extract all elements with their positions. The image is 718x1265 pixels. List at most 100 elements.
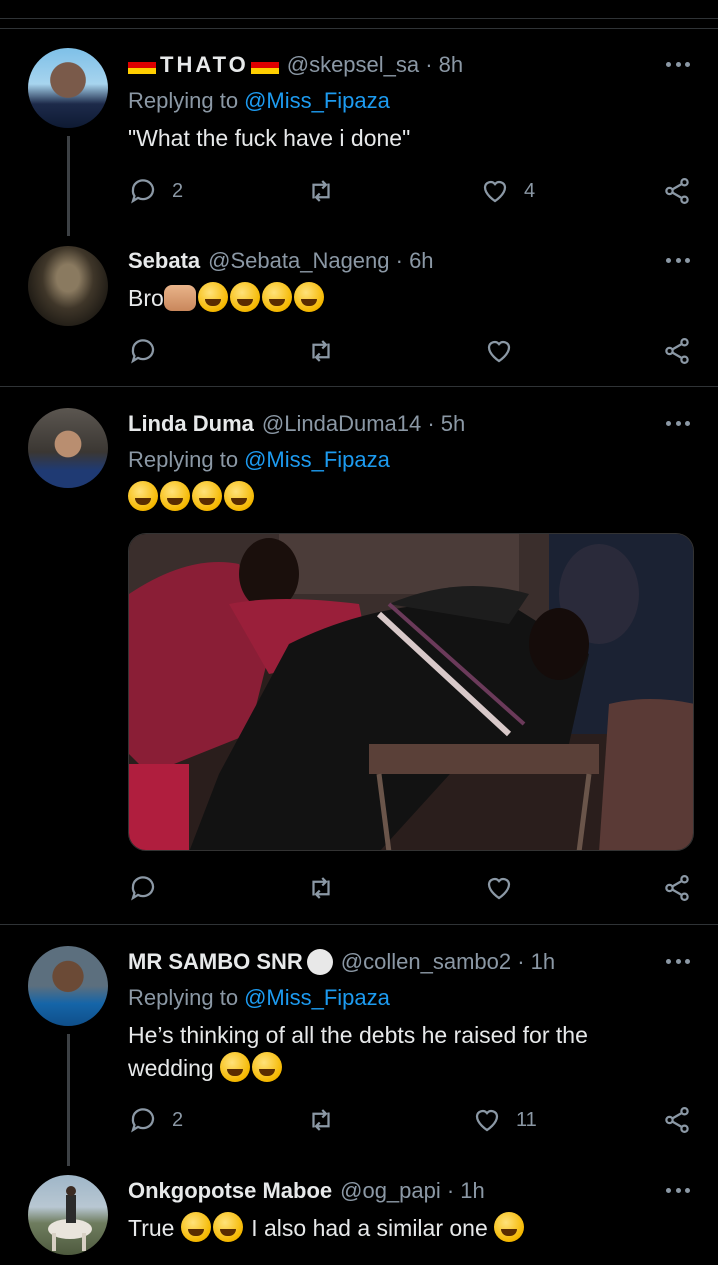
share-button[interactable] [662, 174, 692, 208]
replying-to: Replying to @Miss_Fipaza [128, 983, 390, 1013]
like-icon [475, 1109, 499, 1132]
tweet-actions: 2 11 [128, 1103, 694, 1137]
reply-icon [131, 1108, 155, 1133]
more-icon[interactable] [666, 258, 690, 266]
like-icon [487, 340, 511, 363]
reply-count: 2 [172, 1108, 184, 1131]
like-button[interactable] [484, 334, 514, 368]
rofl-emoji [229, 282, 260, 312]
tweet-text-line2-wrap: wedding [128, 1052, 658, 1085]
avatar-onkgopotse[interactable] [28, 1175, 108, 1255]
mention-link[interactable]: @Miss_Fipaza [244, 88, 390, 114]
like-button[interactable]: 11 [472, 1103, 537, 1137]
more-icon[interactable] [666, 421, 690, 429]
tweet-header: Onkgopotse Maboe @og_papi · 1h [128, 1176, 648, 1206]
reply-button[interactable]: 2 [128, 174, 183, 208]
horse-rider-image [48, 1186, 92, 1251]
share-button[interactable] [662, 871, 692, 905]
replying-prefix: Replying to [128, 88, 239, 113]
mention-link[interactable]: @Miss_Fipaza [244, 985, 390, 1011]
retweet-button[interactable] [306, 1103, 336, 1137]
author-name[interactable]: MR SAMBO SNR [128, 949, 303, 975]
top-divider [0, 18, 718, 19]
share-icon [665, 338, 689, 364]
retweet-button[interactable] [306, 871, 336, 905]
white-circle-icon [306, 949, 333, 975]
tweet-text: "What the fuck have i done" [128, 125, 411, 151]
author-handle[interactable]: @LindaDuma14 · 5h [262, 411, 465, 437]
rofl-emoji [197, 282, 228, 312]
tweet-header: Linda Duma @LindaDuma14 · 5h [128, 409, 648, 439]
share-icon [665, 1107, 689, 1133]
share-button[interactable] [662, 1103, 692, 1137]
like-count: 11 [516, 1108, 537, 1131]
replying-prefix: Replying to [128, 447, 239, 472]
reply-button[interactable] [128, 334, 158, 368]
author-handle[interactable]: @Sebata_Nageng · 6h [208, 248, 433, 274]
retweet-icon [312, 340, 330, 362]
tweet-text-content: Bro [128, 285, 164, 311]
thread-line [67, 136, 70, 236]
avatar-linda[interactable] [28, 408, 108, 488]
avatar-thato[interactable] [28, 48, 108, 128]
tweet-text-line1: He’s thinking of all the debts he raised… [128, 1022, 588, 1048]
tweet-text: Bro [128, 282, 658, 315]
tweet-photo[interactable] [128, 533, 694, 851]
tweet-separator [0, 386, 718, 387]
like-icon [487, 877, 511, 900]
avatar-sebata[interactable] [28, 246, 108, 326]
tweet-separator [0, 924, 718, 925]
retweet-icon [312, 180, 330, 202]
tears-of-joy-emoji [220, 1052, 251, 1082]
avatar-sambo[interactable] [28, 946, 108, 1026]
reply-button[interactable]: 2 [128, 1103, 183, 1137]
replying-prefix: Replying to [128, 985, 239, 1010]
reply-button[interactable] [128, 871, 158, 905]
share-button[interactable] [662, 334, 692, 368]
replying-to: Replying to @Miss_Fipaza [128, 445, 390, 475]
rofl-emoji [293, 282, 324, 312]
retweet-button[interactable] [306, 334, 336, 368]
tweet-text: He’s thinking of all the debts he raised… [128, 1019, 658, 1085]
author-name[interactable]: Onkgopotse Maboe [128, 1178, 332, 1204]
author-handle[interactable]: @collen_sambo2 · 1h [341, 949, 555, 975]
tears-of-joy-emoji [180, 1212, 211, 1242]
tweet-actions [128, 871, 694, 905]
sweat-smile-emoji [494, 1212, 525, 1242]
tweet-text-part2: I also had a similar one [251, 1215, 488, 1241]
top-divider-2 [0, 28, 718, 29]
author-handle[interactable]: @skepsel_sa · 8h [287, 52, 463, 78]
tweet-header: Sebata @Sebata_Nageng · 6h [128, 246, 648, 276]
more-icon[interactable] [666, 959, 690, 967]
replying-to: Replying to @Miss_Fipaza [128, 86, 390, 116]
rofl-emoji [261, 282, 292, 312]
tweet-text-line2: wedding [128, 1055, 214, 1081]
retweet-button[interactable] [306, 174, 336, 208]
rofl-emoji [160, 481, 190, 511]
author-name[interactable]: Sebata [128, 248, 200, 274]
like-button[interactable] [484, 871, 514, 905]
share-icon [665, 178, 689, 204]
reply-count: 2 [172, 179, 184, 202]
more-icon[interactable] [666, 62, 690, 70]
retweet-icon [312, 1109, 330, 1131]
thread-line [67, 1034, 70, 1166]
tweet-header: THATO @skepsel_sa · 8h [128, 50, 648, 80]
tweet-text-part1: True [128, 1215, 175, 1241]
rofl-emoji [224, 481, 254, 511]
author-name[interactable]: THATO [160, 52, 249, 78]
like-count: 4 [524, 179, 536, 202]
more-icon[interactable] [666, 1188, 690, 1196]
flag-icon [128, 56, 156, 74]
author-handle[interactable]: @og_papi · 1h [340, 1178, 485, 1204]
author-name[interactable]: Linda Duma [128, 411, 254, 437]
flag-icon [250, 56, 279, 74]
tears-of-joy-emoji [252, 1052, 283, 1082]
retweet-icon [312, 877, 330, 899]
mention-link[interactable]: @Miss_Fipaza [244, 447, 390, 473]
reply-icon [131, 339, 155, 364]
like-icon [483, 180, 507, 203]
like-button[interactable]: 4 [480, 174, 535, 208]
fist-emoji [163, 285, 196, 311]
tweet-actions [128, 334, 694, 368]
